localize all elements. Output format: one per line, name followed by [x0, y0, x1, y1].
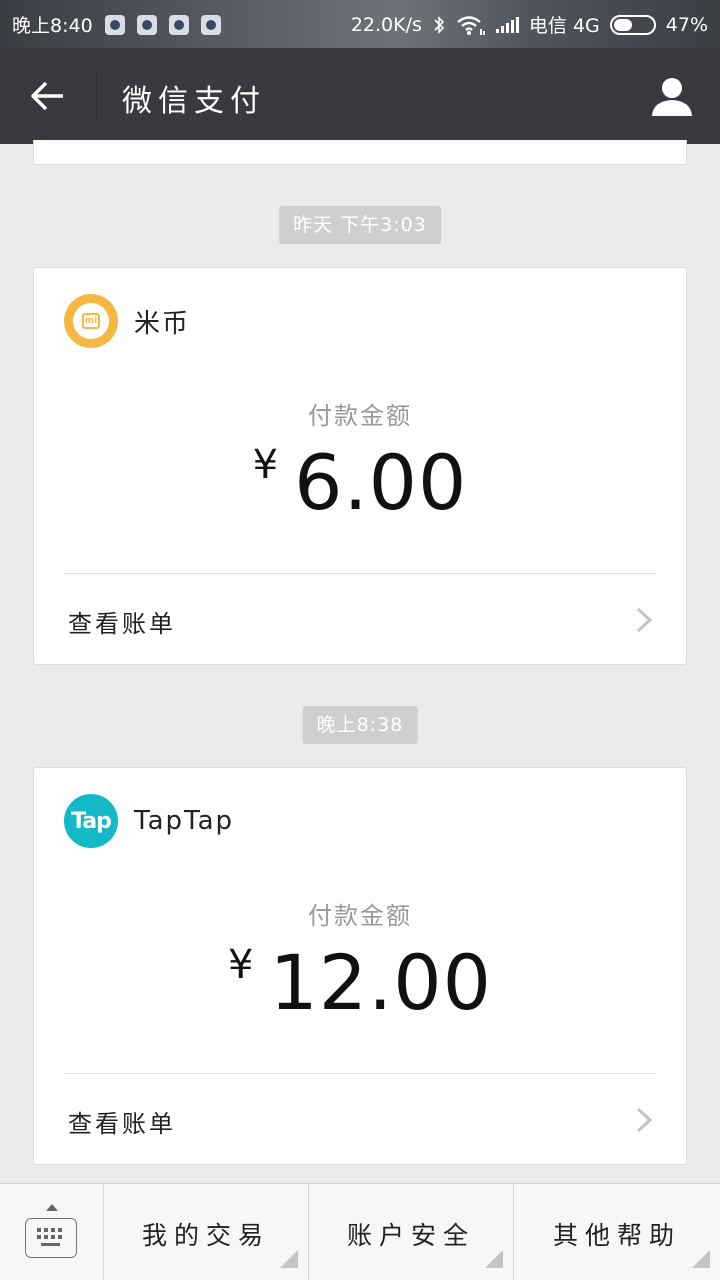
battery-percent: 47%	[665, 13, 708, 36]
chevron-up-icon	[46, 1204, 58, 1211]
transaction-card: mi 米币 付款金额 ¥6.00 查看账单	[33, 267, 687, 665]
network-speed: 22.0K/s	[350, 13, 422, 36]
merchant-name: 米币	[134, 308, 191, 339]
wifi-icon	[457, 15, 485, 35]
carrier-label: 电信 4G	[528, 15, 600, 37]
submenu-indicator-icon	[280, 1250, 298, 1268]
battery-icon	[609, 14, 656, 35]
merchant-header: mi 米币	[64, 294, 190, 348]
transaction-card: Tap TapTap 付款金额 ¥12.00 查看账单	[33, 767, 687, 1165]
page-title: 微信支付	[122, 84, 266, 119]
profile-button[interactable]	[650, 74, 694, 118]
submenu-indicator-icon	[485, 1250, 503, 1268]
amount-value: 6.00	[294, 438, 468, 527]
merchant-name: TapTap	[134, 806, 235, 836]
mi-logo-icon: mi	[64, 294, 118, 348]
currency-symbol: ¥	[252, 442, 279, 488]
amount-row: ¥12.00	[34, 938, 686, 1027]
time-badge: 晚上8:38	[302, 706, 418, 744]
menu-label: 我的交易	[141, 1221, 270, 1250]
menu-other-help[interactable]: 其他帮助	[513, 1184, 720, 1280]
chevron-right-icon	[636, 1107, 653, 1133]
notification-icon	[168, 14, 189, 35]
amount-label: 付款金额	[308, 902, 412, 930]
menu-label: 其他帮助	[552, 1221, 681, 1250]
menu-my-transactions[interactable]: 我的交易	[103, 1184, 308, 1280]
view-bill-link[interactable]: 查看账单	[34, 574, 686, 664]
view-bill-label: 查看账单	[68, 1110, 176, 1138]
merchant-header: Tap TapTap	[64, 794, 234, 848]
keyboard-toggle-button[interactable]	[0, 1184, 103, 1280]
back-button[interactable]	[22, 72, 74, 120]
menu-account-security[interactable]: 账户安全	[308, 1184, 513, 1280]
chevron-right-icon	[636, 607, 653, 633]
previous-transaction-card	[33, 140, 687, 165]
currency-symbol: ¥	[227, 942, 254, 988]
person-icon	[652, 78, 692, 116]
signal-icon	[495, 16, 519, 33]
keyboard-icon	[25, 1218, 77, 1258]
view-bill-link[interactable]: 查看账单	[34, 1074, 686, 1164]
amount-value: 12.00	[269, 938, 493, 1027]
back-arrow-icon	[31, 81, 63, 111]
menu-label: 账户安全	[346, 1221, 475, 1250]
taptap-logo-icon: Tap	[64, 794, 118, 848]
notification-icon	[104, 14, 125, 35]
bottom-menu-bar: 我的交易 账户安全 其他帮助	[0, 1183, 720, 1280]
notification-icon	[136, 14, 157, 35]
status-time: 晚上8:40	[12, 15, 93, 37]
amount-row: ¥6.00	[34, 438, 686, 527]
title-bar: 微信支付	[0, 48, 720, 144]
taptap-logo-text: Tap	[71, 808, 112, 834]
amount-label: 付款金额	[308, 402, 412, 430]
bluetooth-icon	[434, 15, 445, 34]
time-badge: 昨天 下午3:03	[279, 206, 441, 244]
notification-icon	[200, 14, 221, 35]
title-divider	[96, 72, 97, 120]
status-bar: 晚上8:40 22.0K/s 电信 4G 47%	[0, 0, 720, 48]
submenu-indicator-icon	[692, 1250, 710, 1268]
view-bill-label: 查看账单	[68, 610, 176, 638]
